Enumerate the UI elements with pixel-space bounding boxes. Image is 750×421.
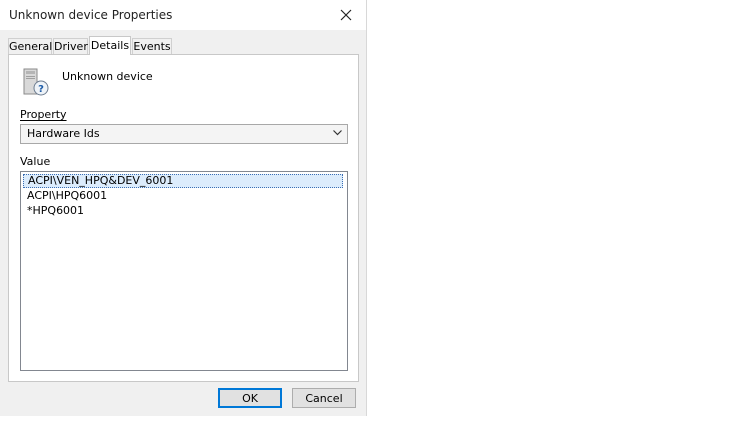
list-item-text: ACPI\HPQ6001 <box>27 189 108 202</box>
device-name: Unknown device <box>62 70 153 83</box>
tab-general-label: General <box>9 40 53 53</box>
tab-driver-label: Driver <box>54 40 88 53</box>
details-panel: ? Unknown device Property Hardware Ids V… <box>8 54 359 382</box>
property-select[interactable]: Hardware Ids <box>20 124 348 144</box>
chevron-down-icon <box>333 130 342 136</box>
window-title: Unknown device Properties <box>9 8 173 22</box>
value-label: Value <box>20 155 51 168</box>
list-item[interactable]: *HPQ6001 <box>23 204 343 218</box>
value-list[interactable]: ACPI\VEN_HPQ&DEV_6001 ACPI\HPQ6001 *HPQ6… <box>20 171 348 371</box>
tab-details[interactable]: Details <box>89 36 131 55</box>
property-label: Property <box>20 108 67 121</box>
close-icon <box>340 9 352 21</box>
unknown-device-icon: ? <box>23 68 49 96</box>
tab-events-label: Events <box>133 40 171 53</box>
property-select-value: Hardware Ids <box>27 127 100 140</box>
list-item[interactable]: ACPI\VEN_HPQ&DEV_6001 <box>23 174 343 188</box>
cancel-button-label: Cancel <box>305 392 343 405</box>
cancel-button[interactable]: Cancel <box>292 388 356 408</box>
tab-general[interactable]: General <box>8 38 52 54</box>
ok-button[interactable]: OK <box>218 388 282 408</box>
title-bar: Unknown device Properties <box>0 0 366 30</box>
properties-dialog: Unknown device Properties General Driver… <box>0 0 367 416</box>
list-item-text: ACPI\VEN_HPQ&DEV_6001 <box>28 174 174 187</box>
ok-button-label: OK <box>242 392 258 405</box>
tab-details-label: Details <box>90 39 130 52</box>
tab-events[interactable]: Events <box>132 38 172 54</box>
svg-text:?: ? <box>38 84 44 95</box>
list-item[interactable]: ACPI\HPQ6001 <box>23 189 343 203</box>
close-button[interactable] <box>326 0 366 30</box>
tab-driver[interactable]: Driver <box>53 38 88 54</box>
list-item-text: *HPQ6001 <box>27 204 85 217</box>
